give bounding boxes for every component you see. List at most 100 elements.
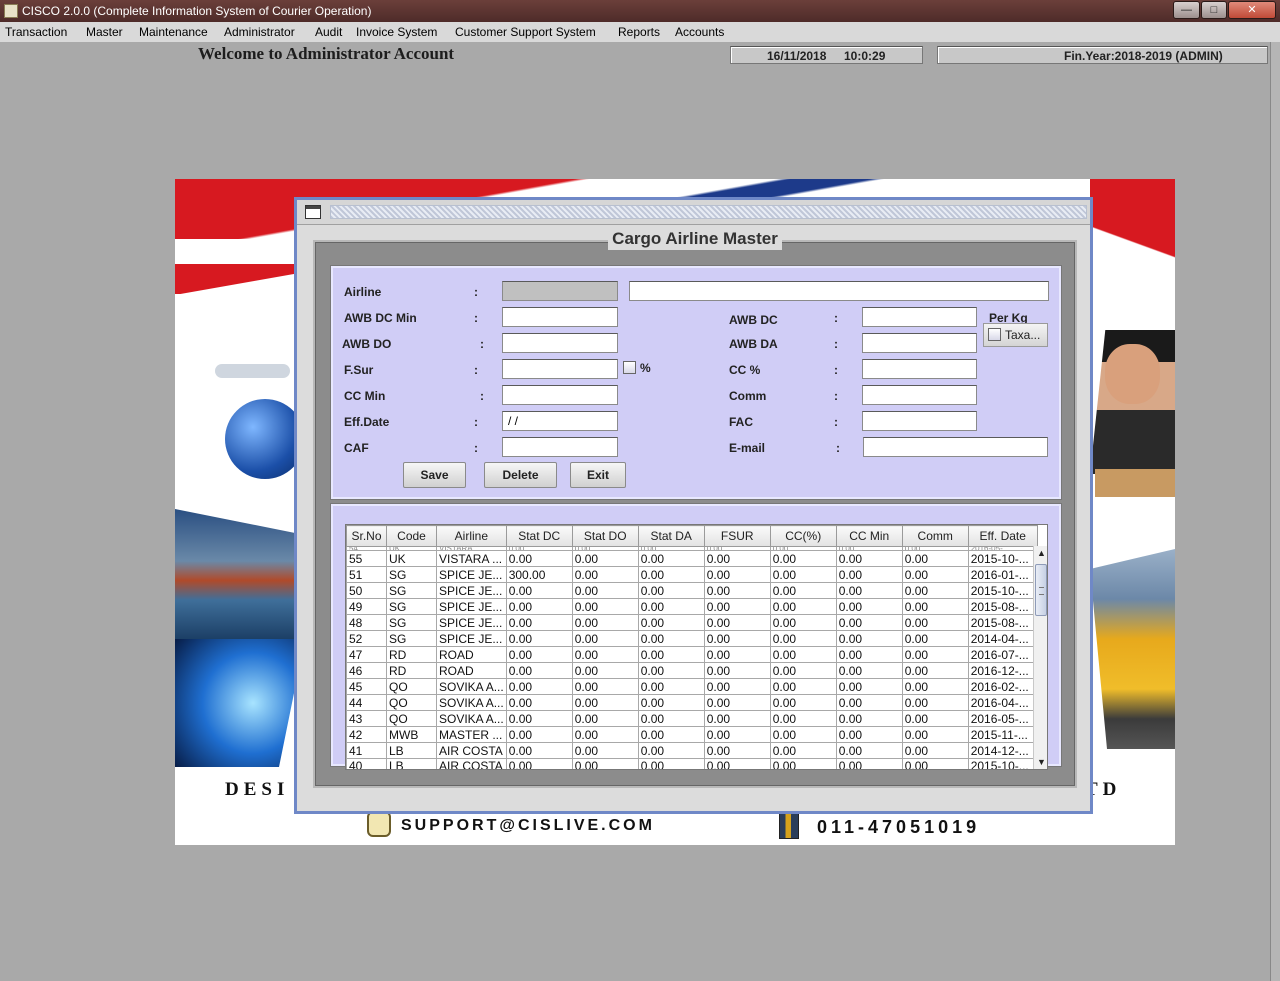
column-header-code[interactable]: Code [386,525,437,547]
column-header-eff-date[interactable]: Eff. Date [967,525,1038,547]
fsur-field[interactable] [502,359,618,379]
table-cell: 0.00 [769,662,837,679]
table-cell: 0.00 [571,550,639,567]
column-header-cc-percent[interactable]: CC(%) [769,525,837,547]
cc-percent-field[interactable] [862,359,977,379]
column-header-stat-dc[interactable]: Stat DC [505,525,573,547]
scroll-thumb[interactable] [1035,564,1047,616]
table-row[interactable]: 51 SG SPICE JE... 300.00 0.00 0.00 0.00 0.00 0.0… [346,566,1038,583]
table-cell: 44 [346,694,387,711]
column-header-airline[interactable]: Airline [436,525,507,547]
close-button[interactable]: ✕ [1228,1,1276,19]
table-cell: LB [386,758,437,769]
table-cell: 0.00 [703,582,771,599]
support-email-icon [367,811,391,837]
table-cell: 42 [346,726,387,743]
table-row[interactable]: 55 UK VISTARA ... 0.00 0.00 0.00 0.00 0.00 0.00 0… [346,550,1038,567]
maximize-button[interactable]: □ [1201,1,1227,19]
financial-year-status: Fin.Year:2018-2019 (ADMIN) [937,46,1268,64]
table-cell: 0.00 [637,566,705,583]
delete-button[interactable]: Delete [484,462,557,488]
table-cell: 0.00 [835,598,903,615]
eff-date-field[interactable]: / / [502,411,618,431]
desktop-scrollbar[interactable] [1270,42,1280,981]
table-row[interactable]: 50 SG SPICE JE... 0.00 0.00 0.00 0.00 0.00 0.00 0… [346,582,1038,599]
airline-code-field[interactable] [502,281,618,301]
email-field[interactable] [863,437,1048,457]
table-row[interactable]: 42 MWB MASTER ... 0.00 0.00 0.00 0.00 0.00 0.00 0… [346,726,1038,743]
table-cell: SG [386,566,437,583]
table-scrollbar[interactable]: ▲ ▼ [1033,546,1047,769]
courier-face [1105,344,1160,404]
checkbox-icon[interactable] [623,361,636,374]
scroll-up-icon[interactable]: ▲ [1034,546,1047,561]
table-cell: 47 [346,646,387,663]
menu-reports[interactable]: Reports [618,25,660,39]
caf-field[interactable] [502,437,618,457]
menu-maintenance[interactable]: Maintenance [139,25,208,39]
awb-do-field[interactable] [502,333,618,353]
fac-field[interactable] [862,411,977,431]
table-cell: 0.00 [769,582,837,599]
table-row[interactable]: 41 LB AIR COSTA 0.00 0.00 0.00 0.00 0.00 0.00 0.0… [346,742,1038,759]
menu-audit[interactable]: Audit [315,25,342,39]
menu-master[interactable]: Master [86,25,123,39]
airline-table[interactable]: Sr.No Code Airline Stat DC Stat DO Stat … [345,524,1048,770]
table-cell: 0.00 [505,646,573,663]
fsur-label: F.Sur [344,363,374,377]
table-cell: 0.00 [901,742,969,759]
column-header-fsur[interactable]: FSUR [703,525,771,547]
table-row[interactable]: 47 RD ROAD 0.00 0.00 0.00 0.00 0.00 0.00 0.00 2016… [346,646,1038,663]
dialog-titlebar[interactable] [297,200,1090,225]
menu-administrator[interactable]: Administrator [224,25,295,39]
menu-accounts[interactable]: Accounts [675,25,724,39]
cargo-box-image [1095,469,1175,497]
column-header-stat-da[interactable]: Stat DA [637,525,705,547]
table-row[interactable]: 52 SG SPICE JE... 0.00 0.00 0.00 0.00 0.00 0.00 0… [346,630,1038,647]
fsur-percent-checkbox[interactable]: % [623,361,651,375]
exit-button[interactable]: Exit [570,462,626,488]
dialog-drag-handle[interactable] [330,205,1087,219]
table-row[interactable]: 46 RD ROAD 0.00 0.00 0.00 0.00 0.00 0.00 0.00 2016… [346,662,1038,679]
table-cell: SOVIKA A... [436,678,507,695]
table-cell: SG [386,614,437,631]
window-titlebar[interactable]: CISCO 2.0.0 (Complete Information System… [0,0,1280,22]
table-row[interactable]: 40 LB AIR COSTA 0.00 0.00 0.00 0.00 0.00 0.00 0.0… [346,758,1038,769]
table-row[interactable]: 43 QO SOVIKA A... 0.00 0.00 0.00 0.00 0.00 0.00 0… [346,710,1038,727]
menu-transaction[interactable]: Transaction [5,25,67,39]
awb-dc-min-field[interactable] [502,307,618,327]
minimize-button[interactable]: — [1173,1,1200,19]
awb-da-field[interactable] [862,333,977,353]
taxable-checkbox[interactable]: Taxa... [983,323,1048,347]
table-cell: 0.00 [769,726,837,743]
airline-name-field[interactable] [629,281,1049,301]
column-header-cc-min[interactable]: CC Min [835,525,903,547]
save-button[interactable]: Save [403,462,466,488]
window-icon[interactable] [305,205,321,219]
table-cell: 0.00 [505,758,573,769]
checkbox-icon[interactable] [988,328,1001,341]
banner-truck-image [1090,549,1175,749]
awb-dc-field[interactable] [862,307,977,327]
cc-min-field[interactable] [502,385,618,405]
comm-label: Comm [729,389,767,403]
colon: : [474,363,478,377]
table-cell: 2015-10-... [967,758,1038,769]
table-row[interactable]: 49 SG SPICE JE... 0.00 0.00 0.00 0.00 0.00 0.00 0… [346,598,1038,615]
column-header-sr-no[interactable]: Sr.No [346,525,387,547]
menu-invoice-system[interactable]: Invoice System [356,25,437,39]
comm-field[interactable] [862,385,977,405]
table-cell: 0.00 [769,566,837,583]
table-row[interactable]: 44 QO SOVIKA A... 0.00 0.00 0.00 0.00 0.00 0.00 0… [346,694,1038,711]
table-cell: 0.00 [637,646,705,663]
table-row[interactable]: 48 SG SPICE JE... 0.00 0.00 0.00 0.00 0.00 0.00 0… [346,614,1038,631]
table-cell: 0.00 [835,646,903,663]
menu-customer-support-system[interactable]: Customer Support System [455,25,596,39]
colon: : [480,389,484,403]
caf-label: CAF [344,441,369,455]
table-cell: 0.00 [901,678,969,695]
table-row[interactable]: 45 QO SOVIKA A... 0.00 0.00 0.00 0.00 0.00 0.00 0… [346,678,1038,695]
column-header-comm[interactable]: Comm [901,525,969,547]
scroll-down-icon[interactable]: ▼ [1034,755,1047,769]
column-header-stat-do[interactable]: Stat DO [571,525,639,547]
